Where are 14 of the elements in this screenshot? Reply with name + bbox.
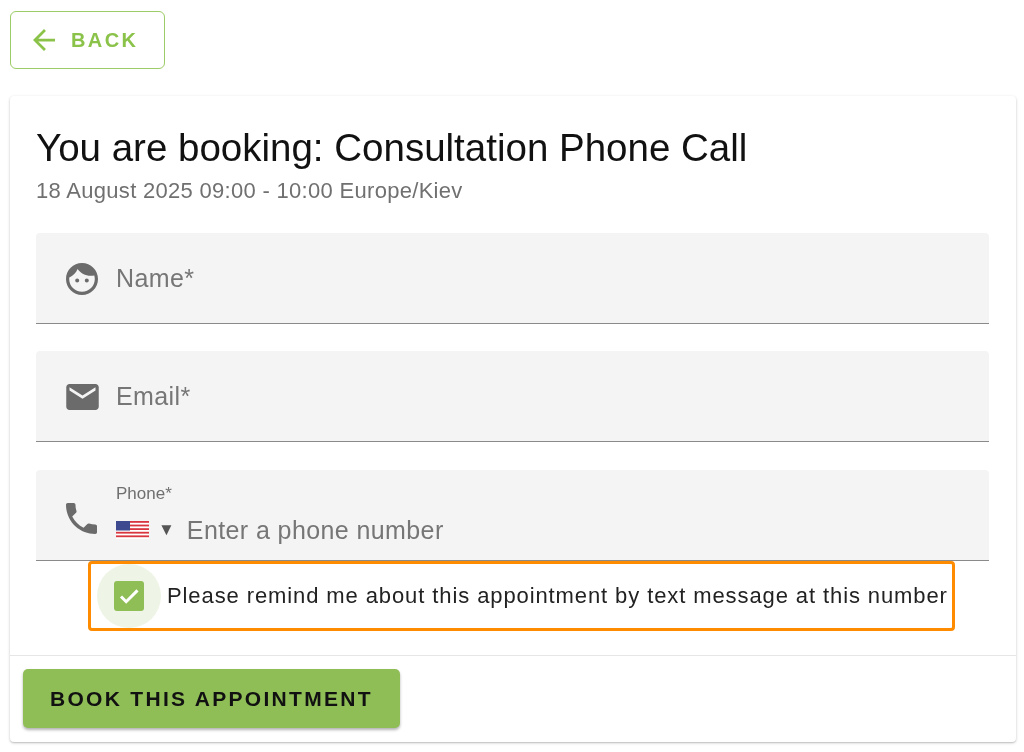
checkmark-icon (114, 581, 144, 611)
phone-field[interactable]: Phone* ▼ Enter a phone number (36, 470, 989, 561)
flag-icon (116, 521, 149, 539)
email-field[interactable]: Email* (36, 351, 989, 442)
checkbox-label: Please remind me about this appointment by text message at this number (167, 583, 948, 609)
booking-time: 18 August 2025 09:00 - 10:00 Europe/Kiev (36, 178, 464, 204)
phone-icon (66, 502, 97, 534)
country-selector[interactable]: ▼ (116, 520, 175, 540)
booking-title: You are booking: Consultation Phone Call (36, 126, 749, 170)
back-arrow-icon (33, 29, 55, 51)
face-icon (66, 262, 98, 295)
name-field[interactable]: Name* (36, 233, 989, 324)
book-appointment-button[interactable]: BOOK THIS APPOINTMENT (23, 669, 400, 728)
field-label: Phone* (116, 484, 172, 504)
